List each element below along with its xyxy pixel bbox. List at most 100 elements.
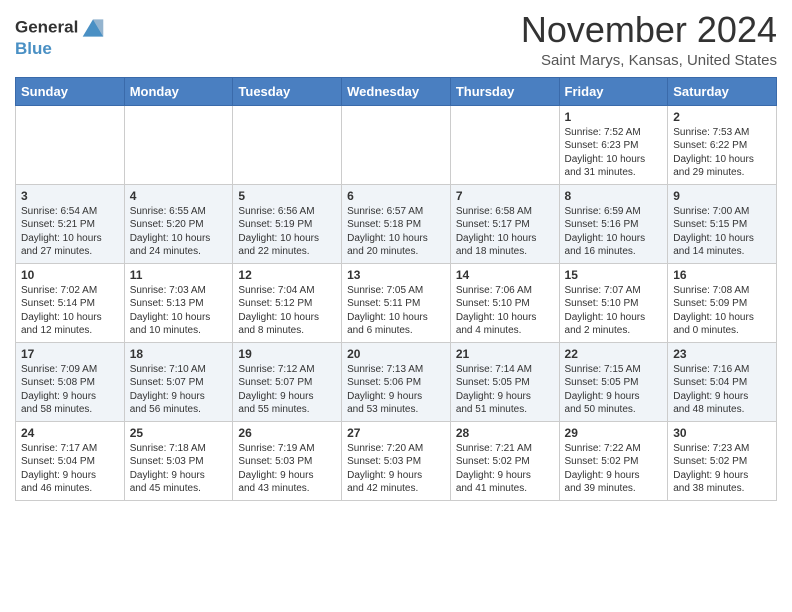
- cell-text: Sunrise: 6:57 AMSunset: 5:18 PMDaylight:…: [347, 205, 445, 259]
- calendar-cell: 6 Sunrise: 6:57 AMSunset: 5:18 PMDaylight…: [342, 184, 451, 263]
- location: Saint Marys, Kansas, United States: [521, 52, 777, 69]
- cell-text: Sunrise: 7:02 AMSunset: 5:14 PMDaylight:…: [21, 284, 119, 338]
- day-number: 11: [130, 268, 228, 282]
- day-number: 17: [21, 347, 119, 361]
- day-number: 28: [456, 426, 554, 440]
- cell-text: Sunrise: 6:54 AMSunset: 5:21 PMDaylight:…: [21, 205, 119, 259]
- day-number: 27: [347, 426, 445, 440]
- calendar-cell: [450, 105, 559, 184]
- day-number: 7: [456, 189, 554, 203]
- calendar-cell: 16 Sunrise: 7:08 AMSunset: 5:09 PMDayligh…: [668, 263, 777, 342]
- logo-blue: Blue: [15, 40, 107, 59]
- calendar-cell: 8 Sunrise: 6:59 AMSunset: 5:16 PMDaylight…: [559, 184, 668, 263]
- calendar-cell: 1 Sunrise: 7:52 AMSunset: 6:23 PMDaylight…: [559, 105, 668, 184]
- calendar-cell: 4 Sunrise: 6:55 AMSunset: 5:20 PMDaylight…: [124, 184, 233, 263]
- calendar-cell: 21Sunrise: 7:14 AMSunset: 5:05 PMDayligh…: [450, 342, 559, 421]
- calendar-week-row: 10 Sunrise: 7:02 AMSunset: 5:14 PMDayligh…: [16, 263, 777, 342]
- col-saturday: Saturday: [668, 77, 777, 105]
- calendar-cell: 20 Sunrise: 7:13 AMSunset: 5:06 PMDayligh…: [342, 342, 451, 421]
- cell-text: Sunrise: 7:09 AMSunset: 5:08 PMDaylight:…: [21, 363, 119, 417]
- day-number: 23: [673, 347, 771, 361]
- calendar-cell: 24 Sunrise: 7:17 AMSunset: 5:04 PMDayligh…: [16, 421, 125, 500]
- cell-text: Sunrise: 7:00 AMSunset: 5:15 PMDaylight:…: [673, 205, 771, 259]
- cell-text: Sunrise: 7:08 AMSunset: 5:09 PMDaylight:…: [673, 284, 771, 338]
- calendar-body: 1 Sunrise: 7:52 AMSunset: 6:23 PMDaylight…: [16, 105, 777, 500]
- calendar-cell: 19 Sunrise: 7:12 AMSunset: 5:07 PMDayligh…: [233, 342, 342, 421]
- day-number: 29: [565, 426, 663, 440]
- calendar-week-row: 17 Sunrise: 7:09 AMSunset: 5:08 PMDayligh…: [16, 342, 777, 421]
- cell-text: Sunrise: 7:10 AMSunset: 5:07 PMDaylight:…: [130, 363, 228, 417]
- col-wednesday: Wednesday: [342, 77, 451, 105]
- cell-text: Sunrise: 7:13 AMSunset: 5:06 PMDaylight:…: [347, 363, 445, 417]
- day-number: 18: [130, 347, 228, 361]
- cell-text: Sunrise: 7:14 AMSunset: 5:05 PMDaylight:…: [456, 363, 554, 417]
- cell-text: Sunrise: 6:59 AMSunset: 5:16 PMDaylight:…: [565, 205, 663, 259]
- cell-text: Sunrise: 7:05 AMSunset: 5:11 PMDaylight:…: [347, 284, 445, 338]
- day-number: 10: [21, 268, 119, 282]
- calendar-cell: 25Sunrise: 7:18 AMSunset: 5:03 PMDayligh…: [124, 421, 233, 500]
- day-number: 8: [565, 189, 663, 203]
- day-number: 2: [673, 110, 771, 124]
- day-number: 24: [21, 426, 119, 440]
- calendar-cell: 9 Sunrise: 7:00 AMSunset: 5:15 PMDaylight…: [668, 184, 777, 263]
- cell-text: Sunrise: 6:58 AMSunset: 5:17 PMDaylight:…: [456, 205, 554, 259]
- calendar-cell: 17 Sunrise: 7:09 AMSunset: 5:08 PMDayligh…: [16, 342, 125, 421]
- day-number: 16: [673, 268, 771, 282]
- calendar-cell: 22Sunrise: 7:15 AMSunset: 5:05 PMDayligh…: [559, 342, 668, 421]
- calendar-cell: 23 Sunrise: 7:16 AMSunset: 5:04 PMDayligh…: [668, 342, 777, 421]
- day-number: 4: [130, 189, 228, 203]
- calendar-cell: 29 Sunrise: 7:22 AMSunset: 5:02 PMDayligh…: [559, 421, 668, 500]
- cell-text: Sunrise: 7:15 AMSunset: 5:05 PMDaylight:…: [565, 363, 663, 417]
- calendar-cell: 10 Sunrise: 7:02 AMSunset: 5:14 PMDayligh…: [16, 263, 125, 342]
- page: General Blue November 2024 Saint Marys, …: [0, 0, 792, 516]
- calendar-cell: 2 Sunrise: 7:53 AMSunset: 6:22 PMDaylight…: [668, 105, 777, 184]
- cell-text: Sunrise: 7:18 AMSunset: 5:03 PMDaylight:…: [130, 442, 228, 496]
- calendar-cell: [342, 105, 451, 184]
- cell-text: Sunrise: 6:55 AMSunset: 5:20 PMDaylight:…: [130, 205, 228, 259]
- day-number: 3: [21, 189, 119, 203]
- cell-text: Sunrise: 7:52 AMSunset: 6:23 PMDaylight:…: [565, 126, 663, 180]
- day-number: 15: [565, 268, 663, 282]
- calendar-week-row: 3 Sunrise: 6:54 AMSunset: 5:21 PMDaylight…: [16, 184, 777, 263]
- calendar-week-row: 1 Sunrise: 7:52 AMSunset: 6:23 PMDaylight…: [16, 105, 777, 184]
- calendar-cell: [233, 105, 342, 184]
- title-block: November 2024 Saint Marys, Kansas, Unite…: [521, 10, 777, 69]
- col-sunday: Sunday: [16, 77, 125, 105]
- header: General Blue November 2024 Saint Marys, …: [15, 10, 777, 69]
- calendar-cell: 26 Sunrise: 7:19 AMSunset: 5:03 PMDayligh…: [233, 421, 342, 500]
- day-number: 19: [238, 347, 336, 361]
- cell-text: Sunrise: 7:16 AMSunset: 5:04 PMDaylight:…: [673, 363, 771, 417]
- calendar-cell: 5Sunrise: 6:56 AMSunset: 5:19 PMDaylight…: [233, 184, 342, 263]
- cell-text: Sunrise: 7:06 AMSunset: 5:10 PMDaylight:…: [456, 284, 554, 338]
- cell-text: Sunrise: 7:12 AMSunset: 5:07 PMDaylight:…: [238, 363, 336, 417]
- cell-text: Sunrise: 7:53 AMSunset: 6:22 PMDaylight:…: [673, 126, 771, 180]
- calendar-table: Sunday Monday Tuesday Wednesday Thursday…: [15, 77, 777, 501]
- day-number: 20: [347, 347, 445, 361]
- calendar-cell: 12Sunrise: 7:04 AMSunset: 5:12 PMDayligh…: [233, 263, 342, 342]
- calendar-cell: 15 Sunrise: 7:07 AMSunset: 5:10 PMDayligh…: [559, 263, 668, 342]
- day-number: 26: [238, 426, 336, 440]
- day-number: 9: [673, 189, 771, 203]
- cell-text: Sunrise: 7:23 AMSunset: 5:02 PMDaylight:…: [673, 442, 771, 496]
- day-number: 14: [456, 268, 554, 282]
- calendar-cell: 27 Sunrise: 7:20 AMSunset: 5:03 PMDayligh…: [342, 421, 451, 500]
- cell-text: Sunrise: 7:19 AMSunset: 5:03 PMDaylight:…: [238, 442, 336, 496]
- calendar-cell: 18 Sunrise: 7:10 AMSunset: 5:07 PMDayligh…: [124, 342, 233, 421]
- cell-text: Sunrise: 6:56 AMSunset: 5:19 PMDaylight:…: [238, 205, 336, 259]
- col-friday: Friday: [559, 77, 668, 105]
- day-number: 6: [347, 189, 445, 203]
- calendar-cell: 11Sunrise: 7:03 AMSunset: 5:13 PMDayligh…: [124, 263, 233, 342]
- logo: General Blue: [15, 16, 107, 59]
- calendar-cell: 14 Sunrise: 7:06 AMSunset: 5:10 PMDayligh…: [450, 263, 559, 342]
- cell-text: Sunrise: 7:20 AMSunset: 5:03 PMDaylight:…: [347, 442, 445, 496]
- calendar-cell: 3 Sunrise: 6:54 AMSunset: 5:21 PMDaylight…: [16, 184, 125, 263]
- calendar-cell: 7 Sunrise: 6:58 AMSunset: 5:17 PMDaylight…: [450, 184, 559, 263]
- cell-text: Sunrise: 7:21 AMSunset: 5:02 PMDaylight:…: [456, 442, 554, 496]
- month-title: November 2024: [521, 10, 777, 50]
- cell-text: Sunrise: 7:07 AMSunset: 5:10 PMDaylight:…: [565, 284, 663, 338]
- col-monday: Monday: [124, 77, 233, 105]
- day-number: 1: [565, 110, 663, 124]
- cell-text: Sunrise: 7:22 AMSunset: 5:02 PMDaylight:…: [565, 442, 663, 496]
- cell-text: Sunrise: 7:17 AMSunset: 5:04 PMDaylight:…: [21, 442, 119, 496]
- cell-text: Sunrise: 7:04 AMSunset: 5:12 PMDaylight:…: [238, 284, 336, 338]
